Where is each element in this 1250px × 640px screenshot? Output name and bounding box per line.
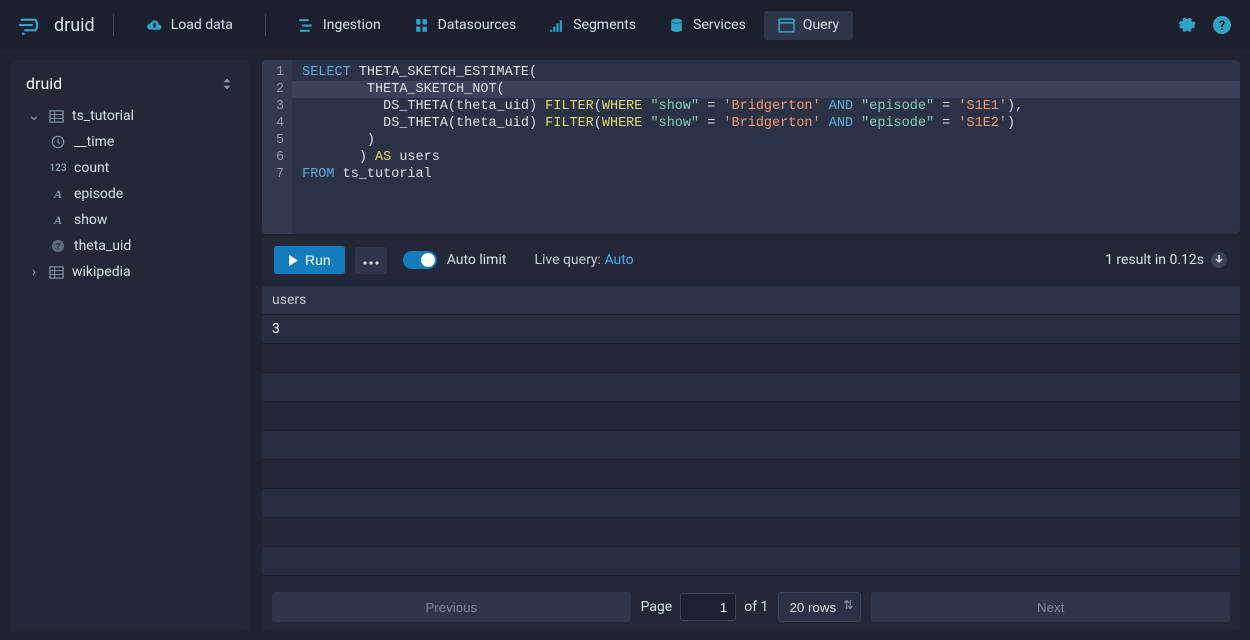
empty-row [262,344,1240,373]
page-label: Page [641,599,673,615]
nav-label: Query [803,17,839,33]
run-button[interactable]: Run [274,246,345,274]
multi-db-icon [413,17,430,34]
column-label: episode [74,186,123,202]
tree-column[interactable]: ? theta_uid [42,233,244,259]
column-header[interactable]: users [262,292,316,308]
nav-label: Segments [573,17,636,33]
editor-gutter: 1234567 [262,60,292,234]
nav-load-data[interactable]: Load data [132,11,247,40]
table-cell: 3 [262,321,290,337]
nav-label: Datasources [438,17,517,33]
unknown-icon: ? [50,239,66,253]
tree-column[interactable]: __time [42,129,244,155]
svg-text:?: ? [1219,19,1225,34]
empty-row [262,402,1240,431]
sidebar-title: druid [26,74,62,93]
previous-button[interactable]: Previous [272,592,631,622]
next-button[interactable]: Next [871,592,1230,622]
nav-segments[interactable]: Segments [534,11,650,40]
sql-editor[interactable]: 1234567 SELECT THETA_SKETCH_ESTIMATE( TH… [262,60,1240,234]
auto-limit-label: Auto limit [447,252,507,268]
stacked-chart-icon [548,17,565,34]
clock-icon [50,135,66,149]
nav-label: Ingestion [323,17,381,33]
app-header: druid Load data Ingestion Datasources Se… [0,0,1250,50]
schema-sidebar: druid ⌄ ts_tutorial __time 123 count Aepisode… [10,60,250,630]
gear-icon[interactable] [1176,15,1196,35]
empty-row [262,431,1240,460]
sort-icon[interactable] [220,77,234,91]
editor-code[interactable]: SELECT THETA_SKETCH_ESTIMATE( THETA_SKET… [292,60,1240,234]
alpha-icon: A [50,187,66,202]
logo-text: druid [54,15,95,36]
result-meta: 1 result in 0.12s [1105,251,1228,269]
svg-text:?: ? [56,243,61,253]
empty-row [262,518,1240,547]
play-icon [288,255,299,266]
alpha-icon: A [50,213,66,228]
column-label: count [74,160,109,176]
live-query-label: Live query: Auto [534,252,633,268]
nav-query[interactable]: Query [764,11,853,40]
cloud-upload-icon [146,17,163,34]
tree-column[interactable]: Aepisode [42,181,244,207]
run-label: Run [305,252,331,268]
page-input[interactable] [680,593,736,621]
application-icon [778,17,795,34]
help-icon[interactable]: ? [1212,15,1232,35]
tree-node[interactable]: ⌄ ts_tutorial [20,103,244,129]
pager: Previous Page of 1 20 rows Next [262,584,1240,630]
nav-ingestion[interactable]: Ingestion [284,11,395,40]
auto-limit-toggle[interactable] [403,251,437,269]
database-icon [668,17,685,34]
chevron-down-icon: ⌄ [28,108,40,124]
table-header-row: users [262,286,1240,315]
more-button[interactable] [355,247,387,274]
nav-services[interactable]: Services [654,11,760,40]
empty-row [262,489,1240,518]
nav-datasources[interactable]: Datasources [399,11,531,40]
more-icon [363,261,379,265]
table-icon [48,109,64,124]
tree-node[interactable]: › wikipedia [20,259,244,285]
table-row[interactable]: 3 [262,315,1240,344]
live-query-value[interactable]: Auto [604,252,633,268]
druid-logo-icon [18,11,46,39]
num-icon: 123 [50,163,66,174]
download-icon[interactable] [1210,251,1228,269]
empty-row [262,460,1240,489]
empty-row [262,547,1240,576]
results-panel: users 3 Previous Page of 1 20 rows Next [262,286,1240,630]
schema-tree: ⌄ts_tutorial__time123countAepisodeAshow?… [16,103,244,285]
empty-row [262,373,1240,402]
results-table: users 3 [262,286,1240,584]
column-label: show [74,212,107,228]
logo[interactable]: druid [18,11,95,39]
tree-label: ts_tutorial [72,108,134,124]
gantt-icon [298,17,315,34]
column-label: theta_uid [74,238,131,254]
nav-label: Services [693,17,746,33]
page-of: of 1 [744,599,768,615]
divider [113,14,114,36]
tree-column[interactable]: 123 count [42,155,244,181]
nav-label: Load data [171,17,233,33]
tree-label: wikipedia [72,264,131,280]
divider [265,14,266,36]
tree-column[interactable]: Ashow [42,207,244,233]
column-label: __time [74,134,114,150]
table-icon [48,265,64,280]
chevron-right-icon: › [28,264,40,280]
run-bar: Run Auto limit Live query: Auto 1 result… [262,238,1240,282]
rows-select[interactable]: 20 rows [778,592,861,622]
